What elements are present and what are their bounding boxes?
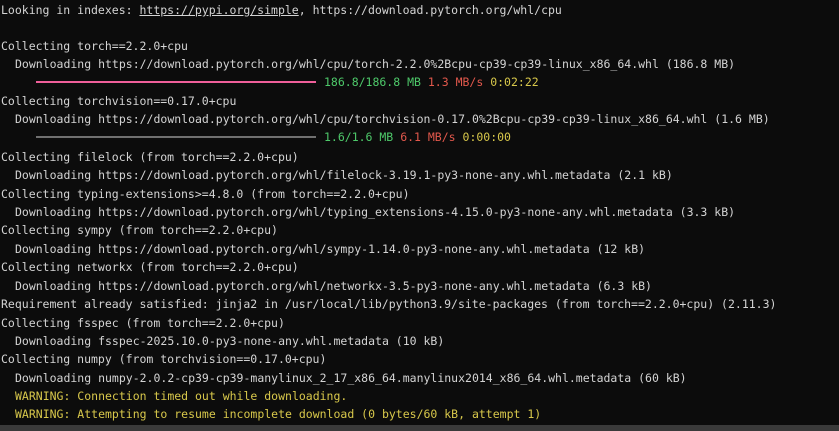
warning-resume-line: WARNING: Attempting to resume incomplete… <box>15 407 542 421</box>
index-url-pytorch[interactable]: https://download.pytorch.org/whl/cpu <box>313 3 562 17</box>
torchvision-progress-speed: 6.1 MB/s <box>400 130 456 144</box>
download-sympy-line: Downloading https://download.pytorch.org… <box>15 242 646 256</box>
collect-numpy-line: Collecting numpy (from torchvision==0.17… <box>1 352 327 366</box>
download-torchvision-line: Downloading https://download.pytorch.org… <box>15 112 770 126</box>
torchvision-progress-size: 1.6/1.6 MB <box>324 130 394 144</box>
download-typing-line: Downloading https://download.pytorch.org… <box>15 205 736 219</box>
torch-progress-size: 186.8/186.8 MB <box>324 75 421 89</box>
torch-progress-speed: 1.3 MB/s <box>427 75 484 89</box>
terminal-bottom-edge <box>0 425 839 431</box>
index-line: Looking in indexes: https://pypi.org/sim… <box>1 1 562 19</box>
collect-torchvision-line: Collecting torchvision==0.17.0+cpu <box>1 94 237 108</box>
download-filelock-line: Downloading https://download.pytorch.org… <box>15 168 673 182</box>
download-torch-line: Downloading https://download.pytorch.org… <box>15 57 736 71</box>
collect-sympy-line: Collecting sympy (from torch==2.2.0+cpu) <box>1 223 278 237</box>
collect-torch-line: Collecting torch==2.2.0+cpu <box>1 39 188 53</box>
collect-typing-line: Collecting typing-extensions>=4.8.0 (fro… <box>1 187 410 201</box>
terminal-window[interactable]: Looking in indexes: https://pypi.org/sim… <box>0 0 839 431</box>
torch-progress-bar <box>36 80 316 83</box>
collect-fsspec-line: Collecting fsspec (from torch==2.2.0+cpu… <box>1 316 285 330</box>
collect-networkx-line: Collecting networkx (from torch==2.2.0+c… <box>1 260 299 274</box>
download-fsspec-line: Downloading fsspec-2025.10.0-py3-none-an… <box>15 334 445 348</box>
torchvision-progress-bar <box>36 135 316 138</box>
download-networkx-line: Downloading https://download.pytorch.org… <box>15 279 652 293</box>
collect-filelock-line: Collecting filelock (from torch==2.2.0+c… <box>1 150 299 164</box>
requirement-jinja2-line: Requirement already satisfied: jinja2 in… <box>1 297 777 311</box>
torchvision-progress-eta: 0:00:00 <box>462 130 511 144</box>
torchvision-progress-line: 1.6/1.6 MB 6.1 MB/s 0:00:00 <box>36 128 511 146</box>
index-url-pypi[interactable]: https://pypi.org/simple <box>139 3 298 17</box>
torch-progress-eta: 0:02:22 <box>490 75 539 89</box>
index-separator: , <box>298 3 313 17</box>
download-numpy-line: Downloading numpy-2.0.2-cp39-cp39-manyli… <box>15 371 687 385</box>
index-prefix: Looking in indexes: <box>1 3 140 17</box>
torch-progress-line: 186.8/186.8 MB 1.3 MB/s 0:02:22 <box>36 73 539 91</box>
warning-timeout-line: WARNING: Connection timed out while down… <box>15 389 348 403</box>
